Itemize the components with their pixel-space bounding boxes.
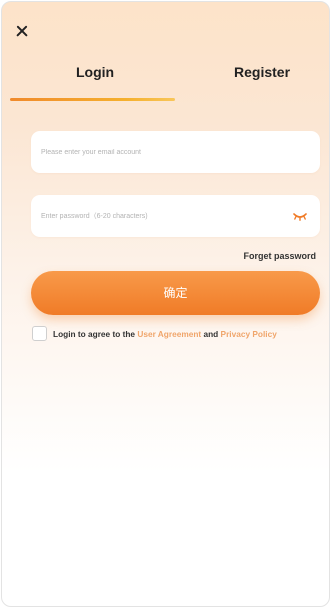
password-input[interactable] [31, 195, 271, 237]
agreement-conjunction: and [201, 329, 221, 339]
user-agreement-link[interactable]: User Agreement [137, 329, 201, 339]
agreement-text: Login to agree to the User Agreement and… [53, 329, 277, 339]
email-field-container [31, 131, 320, 173]
login-sheet: Login Register Forget password 确定 Login … [1, 1, 330, 607]
close-icon[interactable] [14, 22, 32, 40]
email-input[interactable] [31, 131, 271, 173]
tab-register[interactable]: Register [234, 64, 290, 80]
privacy-policy-link[interactable]: Privacy Policy [221, 329, 277, 339]
tab-login[interactable]: Login [76, 64, 114, 80]
agreement-prefix: Login to agree to the [53, 329, 138, 339]
agree-checkbox[interactable] [32, 326, 47, 341]
active-tab-indicator [10, 98, 175, 101]
forget-password-link[interactable]: Forget password [243, 251, 316, 261]
eye-closed-icon[interactable] [293, 211, 307, 221]
confirm-button[interactable]: 确定 [31, 271, 320, 315]
password-field-container [31, 195, 320, 237]
